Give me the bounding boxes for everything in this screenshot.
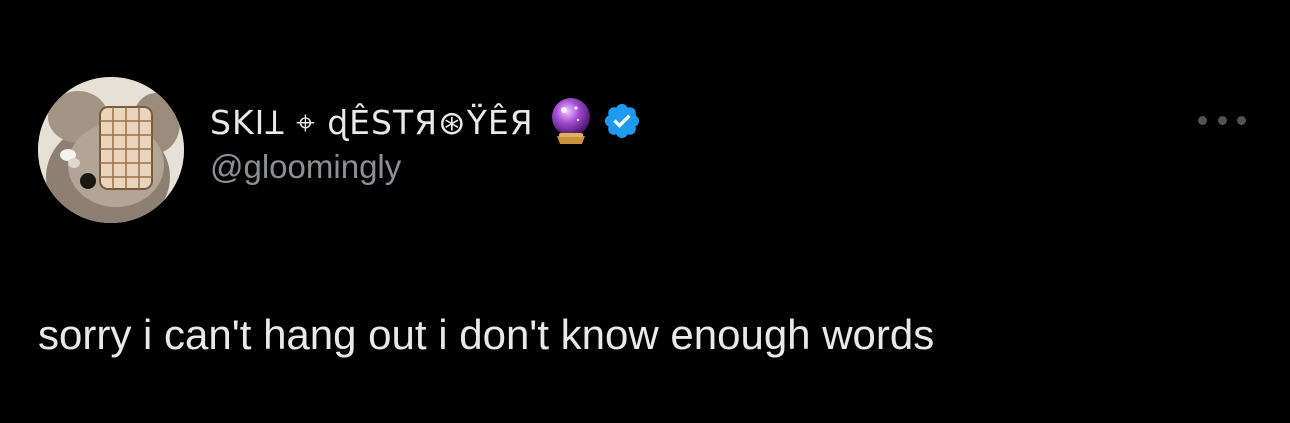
more-dot [1198, 115, 1207, 125]
verified-badge-icon[interactable] [602, 101, 642, 141]
tweet-text: sorry i can't hang out i don't know enou… [38, 311, 935, 358]
more-dot [1237, 115, 1246, 125]
more-dot [1217, 115, 1227, 125]
author-name-row: SKIꞱ ⌖ ɖÊSTЯ⊛ΫÊЯ [210, 96, 642, 146]
tweet-header: SKIꞱ ⌖ ɖÊSTЯ⊛ΫÊЯ @gloomingly [210, 96, 642, 192]
author-handle[interactable]: @gloomingly [210, 148, 642, 186]
avatar[interactable] [38, 77, 184, 223]
tweet-card[interactable]: SKIꞱ ⌖ ɖÊSTЯ⊛ΫÊЯ @gloomingly sorry i can… [0, 0, 1290, 423]
crystal-ball-emoji [548, 96, 594, 146]
author-display-name[interactable]: SKIꞱ ⌖ ɖÊSTЯ⊛ΫÊЯ [210, 99, 534, 144]
more-horizontal-icon[interactable] [1198, 108, 1246, 132]
avatar-image [38, 77, 184, 223]
